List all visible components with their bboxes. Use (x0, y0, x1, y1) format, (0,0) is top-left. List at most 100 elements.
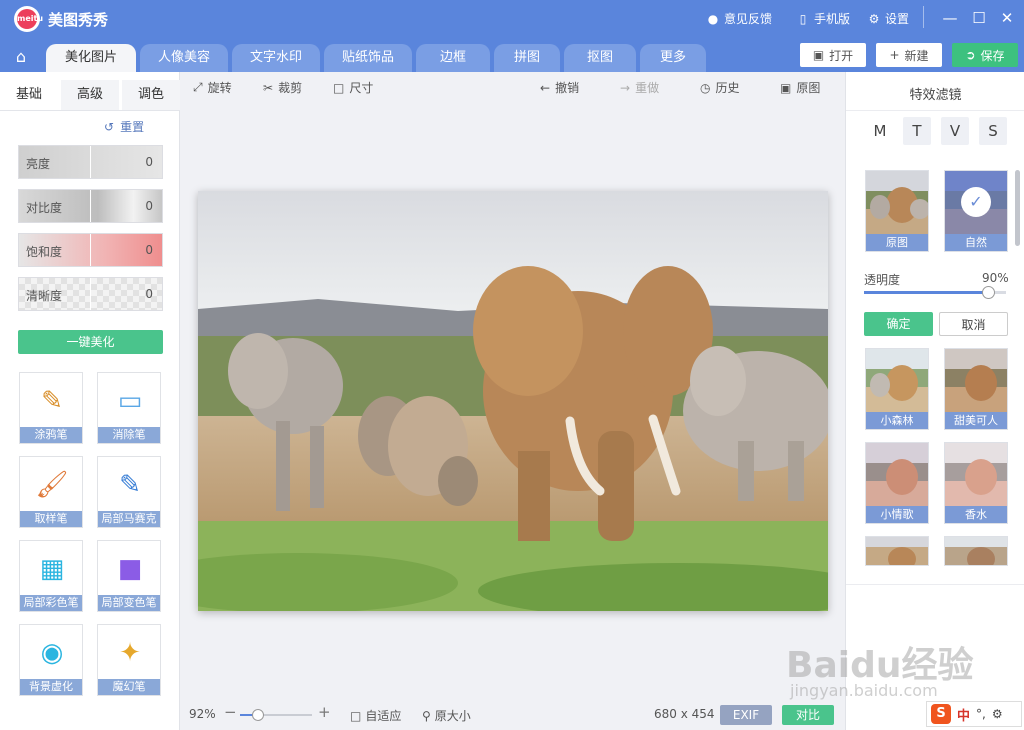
compare-button[interactable]: 对比 (782, 705, 834, 725)
filter-category-v[interactable]: V (941, 117, 969, 145)
clock-icon: ◷ (700, 80, 711, 95)
filter-category-m[interactable]: M (866, 117, 894, 145)
panel-divider (846, 584, 1024, 585)
saturation-slider[interactable]: 饱和度 0 (18, 233, 163, 267)
new-button[interactable]: + 新建 (876, 43, 942, 67)
zoom-out-button[interactable]: − (224, 703, 237, 721)
undo-button[interactable]: ← 撤销 (540, 79, 579, 96)
maximize-icon[interactable]: ☐ (968, 7, 990, 29)
filter-category-s[interactable]: S (979, 117, 1007, 145)
zoom-slider-thumb[interactable] (252, 709, 264, 721)
tool-label: 背景虚化 (20, 679, 82, 695)
tool-recolor-brush[interactable]: ■ 局部变色笔 (97, 540, 161, 612)
rotate-icon: ⤢ (193, 80, 203, 94)
filter-love-song[interactable]: 小情歌 (865, 442, 929, 524)
resize-button[interactable]: □ 尺寸 (333, 79, 373, 96)
rotate-label: 旋转 (207, 81, 232, 95)
contrast-slider[interactable]: 对比度 0 (18, 189, 163, 223)
feedback-button[interactable]: ● 意见反馈 (706, 10, 772, 27)
filter-label: 小森林 (866, 412, 928, 429)
fit-button[interactable]: □ 自适应 (350, 707, 401, 724)
home-icon[interactable]: ⌂ (6, 44, 36, 70)
tool-mosaic[interactable]: ✎ 局部马赛克 (97, 456, 161, 528)
minimize-icon[interactable]: — (939, 7, 961, 29)
left-panel: 基础 高级 调色 ↺ 重置 亮度 0 对比度 0 饱和度 0 清晰度 0 一键美… (0, 72, 180, 730)
tab-stickers[interactable]: 贴纸饰品 (324, 44, 412, 72)
close-icon[interactable]: ✕ (996, 7, 1018, 29)
crop-button[interactable]: ✂ 裁剪 (263, 79, 302, 96)
tab-cutout[interactable]: 抠图 (564, 44, 636, 72)
original-button[interactable]: ▣ 原图 (780, 79, 820, 96)
ime-toolbar[interactable]: S 中 °, ⚙ (926, 701, 1022, 727)
settings-button[interactable]: ⚙ 设置 (867, 10, 909, 27)
tab-frame[interactable]: 边框 (416, 44, 490, 72)
checkmark-icon: ✓ (961, 187, 991, 217)
tool-color-brush[interactable]: ▦ 局部彩色笔 (19, 540, 83, 612)
mobile-button[interactable]: ▯ 手机版 (796, 10, 850, 27)
one-click-beautify-button[interactable]: 一键美化 (18, 330, 163, 354)
tab-collage[interactable]: 拼图 (494, 44, 560, 72)
tab-portrait[interactable]: 人像美容 (140, 44, 228, 72)
filter-partial-1[interactable] (865, 536, 929, 566)
sogou-icon: S (931, 704, 951, 724)
filter-label: 原图 (866, 234, 928, 251)
redo-button[interactable]: → 重做 (620, 79, 659, 96)
open-button[interactable]: ▣ 打开 (800, 43, 866, 67)
slider-divider (90, 190, 91, 222)
reset-button[interactable]: ↺ 重置 (104, 118, 144, 135)
filter-thumbnail (945, 349, 1007, 413)
filter-sweet[interactable]: 甜美可人 (944, 348, 1008, 430)
filter-scrollbar[interactable] (1015, 170, 1020, 246)
main-photo[interactable] (198, 191, 828, 611)
tab-beautify[interactable]: 美化图片 (46, 44, 136, 72)
subtab-basic[interactable]: 基础 (0, 80, 58, 110)
blur-icon: ◉ (40, 638, 64, 668)
tool-eraser[interactable]: ▭ 消除笔 (97, 372, 161, 444)
mobile-label: 手机版 (814, 12, 851, 26)
rotate-button[interactable]: ⤢ 旋转 (193, 79, 232, 96)
filter-category-t[interactable]: T (903, 117, 931, 145)
cancel-button[interactable]: 取消 (939, 312, 1008, 336)
clarity-slider[interactable]: 清晰度 0 (18, 277, 163, 311)
brightness-slider[interactable]: 亮度 0 (18, 145, 163, 179)
filter-original[interactable]: 原图 (865, 170, 929, 252)
tool-label: 局部彩色笔 (20, 595, 82, 611)
magnifier-icon: ⚲ (422, 708, 431, 723)
subtab-advanced[interactable]: 高级 (61, 80, 119, 110)
tool-magic-brush[interactable]: ✦ 魔幻笔 (97, 624, 161, 696)
exif-button[interactable]: EXIF (720, 705, 772, 725)
crop-label: 裁剪 (278, 81, 303, 95)
resize-icon: □ (333, 80, 345, 95)
redo-label: 重做 (635, 81, 660, 95)
app-logo: meitu (14, 6, 43, 32)
filter-partial-2[interactable] (944, 536, 1008, 566)
slider-divider (90, 234, 91, 266)
subtab-color[interactable]: 调色 (122, 80, 180, 110)
eraser-icon: ▭ (117, 386, 143, 416)
filter-thumbnail (866, 537, 928, 565)
tool-label: 涂鸦笔 (20, 427, 82, 443)
clarity-label: 清晰度 (26, 289, 63, 303)
actual-size-button[interactable]: ⚲ 原大小 (422, 707, 471, 724)
tab-more[interactable]: 更多 (640, 44, 706, 72)
filter-little-forest[interactable]: 小森林 (865, 348, 929, 430)
slider-divider (90, 146, 91, 178)
tool-doodle-brush[interactable]: ✎ 涂鸦笔 (19, 372, 83, 444)
zoom-level: 92% (189, 707, 216, 721)
save-label: 保存 (980, 48, 1005, 63)
filter-natural[interactable]: ✓ 自然 (944, 170, 1008, 252)
tool-label: 魔幻笔 (98, 679, 160, 695)
actual-label: 原大小 (434, 709, 471, 723)
filter-label: 小情歌 (866, 506, 928, 523)
filter-thumbnail (866, 443, 928, 507)
tab-text[interactable]: 文字水印 (232, 44, 320, 72)
tool-label: 局部马赛克 (98, 511, 160, 527)
tool-clone-brush[interactable]: 🖌 取样笔 (19, 456, 83, 528)
confirm-button[interactable]: 确定 (864, 312, 933, 336)
save-button[interactable]: ➲ 保存 (952, 43, 1018, 67)
zoom-in-button[interactable]: + (318, 703, 331, 721)
filter-perfume[interactable]: 香水 (944, 442, 1008, 524)
history-button[interactable]: ◷ 历史 (700, 79, 740, 96)
image-icon: ▣ (812, 48, 825, 62)
tool-background-blur[interactable]: ◉ 背景虚化 (19, 624, 83, 696)
